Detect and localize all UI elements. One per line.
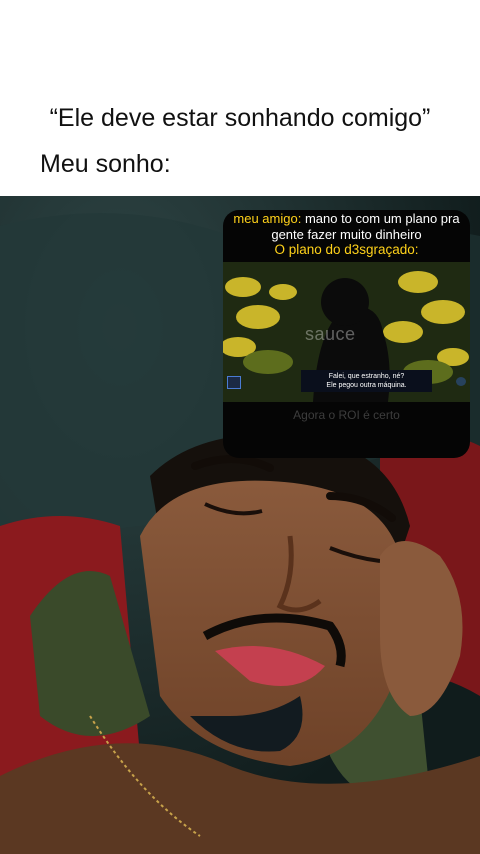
subtitle-line-2: Ele pegou outra máquina. — [326, 382, 407, 389]
subtitle-line-1: Falei, que estranho, né? — [328, 373, 405, 380]
broadcast-logo-icon — [456, 377, 466, 386]
video-frame[interactable]: sauce Falei, que estranho, né? Ele pegou… — [223, 262, 470, 402]
overlay-message: meu amigo: mano to com um plano pra gent… — [223, 210, 470, 243]
channel-logo-icon — [227, 376, 241, 389]
overlay-speaker: meu amigo: — [233, 211, 302, 226]
caption-quote: “Ele deve estar sonhando comigo” — [49, 104, 431, 132]
meme-caption: “Ele deve estar sonhando comigo” Meu son… — [0, 0, 480, 196]
caption-label: Meu sonho: — [40, 150, 171, 178]
overlay-bottom-text: Agora o ROI é certo — [293, 408, 400, 422]
video-watermark: sauce — [305, 324, 356, 344]
video-subtitles: Falei, que estranho, né? Ele pegou outra… — [301, 370, 432, 392]
overlay-title: O plano do d3sgraçado: — [274, 242, 419, 257]
embedded-video-card[interactable]: meu amigo: mano to com um plano pra gent… — [223, 210, 470, 458]
